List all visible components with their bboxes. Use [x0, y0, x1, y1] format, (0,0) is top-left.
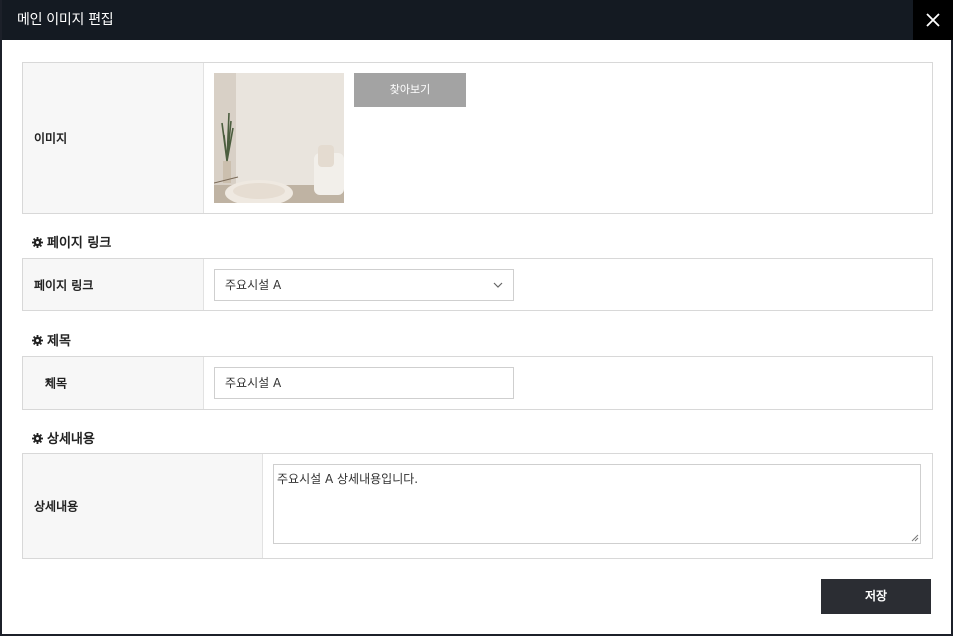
page-link-label: 페이지 링크	[34, 278, 94, 292]
title-row: 제목 * 주요시설 A	[22, 356, 933, 410]
page-link-selected-value: 주요시설 A	[225, 278, 282, 292]
image-label-cell: 이미지	[23, 63, 204, 213]
image-thumbnail[interactable]	[214, 73, 344, 203]
save-button[interactable]: 저장	[821, 579, 931, 614]
required-mark: *	[45, 376, 52, 390]
image-label: 이미지	[34, 131, 68, 146]
page-link-section-title: 페이지 링크	[32, 232, 111, 251]
title-section-label: 제목	[47, 334, 71, 349]
title-label-cell: 제목 *	[23, 357, 204, 409]
chevron-down-icon	[493, 282, 503, 288]
image-row: 이미지 찾아보기	[22, 62, 933, 214]
detail-textarea[interactable]: 주요시설 A 상세내용입니다.	[273, 464, 921, 544]
resize-grip-icon[interactable]	[910, 533, 919, 542]
modal-title: 메인 이미지 편집	[17, 12, 114, 28]
detail-section-label: 상세내용	[47, 432, 95, 447]
page-link-row: 페이지 링크 주요시설 A	[22, 258, 933, 311]
interior-photo-image	[214, 73, 344, 203]
detail-row: 상세내용 주요시설 A 상세내용입니다.	[22, 453, 933, 559]
detail-label-cell: 상세내용	[23, 454, 263, 558]
page-link-select[interactable]: 주요시설 A	[214, 269, 514, 301]
detail-label: 상세내용	[34, 499, 79, 514]
title-section-title: 제목	[32, 330, 71, 349]
browse-button[interactable]: 찾아보기	[354, 73, 466, 107]
title-input[interactable]: 주요시설 A	[214, 367, 514, 399]
close-button[interactable]	[913, 0, 953, 40]
gear-icon	[32, 237, 43, 248]
modal-header: 메인 이미지 편집	[2, 0, 953, 40]
detail-section-title: 상세내용	[32, 428, 95, 447]
page-link-label-cell: 페이지 링크	[23, 259, 204, 310]
close-icon	[926, 13, 940, 27]
edit-main-image-modal: 메인 이미지 편집 이미지 찾아보기 페이지 링크 페이지 링크 주요시설 A …	[0, 0, 953, 636]
page-link-section-label: 페이지 링크	[47, 236, 112, 251]
gear-icon	[32, 433, 43, 444]
gear-icon	[32, 335, 43, 346]
detail-text: 주요시설 A 상세내용입니다.	[277, 472, 419, 486]
